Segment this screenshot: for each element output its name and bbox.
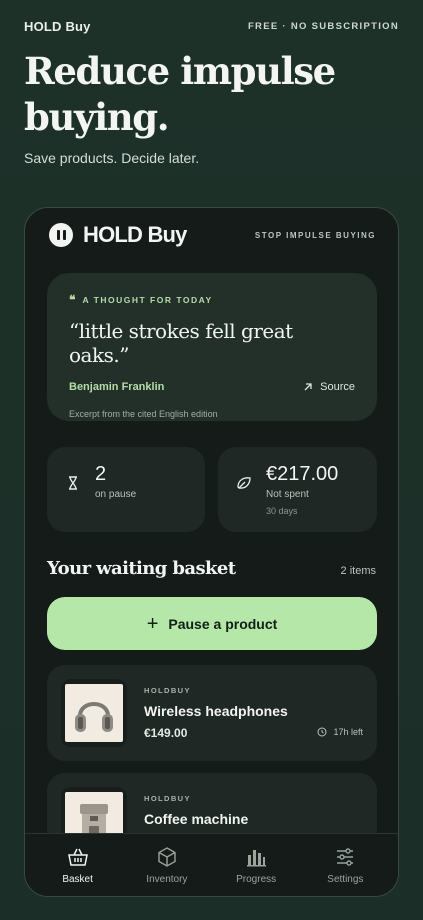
quote-mark-icon: ❝: [69, 293, 76, 307]
tab-label: Basket: [62, 873, 93, 885]
item-timer: 17h left: [317, 727, 363, 737]
arrow-up-right-icon: [304, 383, 312, 391]
paused-label: on pause: [95, 489, 137, 500]
pause-product-label: Pause a product: [168, 615, 278, 632]
paused-count: 2: [95, 463, 107, 485]
quote-source-link[interactable]: Source: [302, 381, 355, 393]
quote-kicker: ❝ A THOUGHT FOR TODAY: [69, 293, 355, 307]
cube-icon: [158, 846, 176, 867]
quote-source-label: Source: [320, 381, 355, 393]
quote-card: ❝ A THOUGHT FOR TODAY “little strokes fe…: [47, 273, 377, 421]
hero-title: Reduce impulse buying.: [24, 49, 336, 139]
basket-title: Your waiting basket: [47, 558, 236, 579]
pause-product-button[interactable]: + Pause a product: [47, 597, 377, 650]
tab-progress[interactable]: Progress: [216, 846, 296, 885]
item-name: Wireless headphones: [144, 703, 288, 719]
tab-label: Inventory: [146, 873, 188, 885]
app-name: HOLD Buy: [83, 222, 187, 247]
basket-item[interactable]: HOLDBUY Wireless headphones €149.00 17h …: [47, 665, 377, 761]
app-header: HOLD Buy STOP IMPULSE BUYING: [49, 220, 376, 250]
tab-label: Settings: [327, 873, 364, 885]
basket-header: Your waiting basket 2 items: [47, 558, 376, 579]
quote-text: “little strokes fell great oaks.”: [69, 319, 293, 367]
headphones-image: [61, 679, 127, 747]
site-tagline: FREE · NO SUBSCRIPTION: [247, 21, 399, 32]
hero-subtitle: Save products. Decide later.: [24, 150, 200, 166]
saved-label: Not spent: [266, 489, 309, 500]
item-price: €149.00: [144, 726, 188, 740]
paused-stat-card: 2 on pause: [47, 447, 205, 532]
top-bar: HOLD Buy FREE · NO SUBSCRIPTION: [24, 19, 399, 34]
plus-icon: +: [146, 612, 159, 635]
sliders-icon: [337, 847, 354, 866]
item-store: HOLDBUY: [144, 794, 191, 803]
item-store: HOLDBUY: [144, 686, 191, 695]
quote-author: Benjamin Franklin: [69, 381, 165, 393]
basket-count: 2 items: [340, 565, 376, 577]
saved-stat-card: €217.00 Not spent 30 days: [218, 447, 377, 532]
saved-amount: €217.00: [266, 463, 339, 485]
tab-settings[interactable]: Settings: [305, 846, 385, 885]
site-brand[interactable]: HOLD Buy: [24, 19, 91, 34]
tab-label: Progress: [236, 873, 277, 885]
app-logo: HOLD Buy: [49, 222, 187, 248]
bar-chart-icon: [247, 849, 267, 866]
hourglass-icon: [69, 476, 77, 490]
item-name: Coffee machine: [144, 811, 249, 827]
quote-kicker-label: A THOUGHT FOR TODAY: [82, 295, 213, 305]
tab-bar: Basket Inventory Progress Settings: [25, 833, 398, 896]
app-preview: HOLD Buy STOP IMPULSE BUYING ❝ A THOUGHT…: [24, 207, 399, 897]
clock-icon: [317, 727, 327, 737]
saved-period: 30 days: [266, 506, 298, 516]
tab-inventory[interactable]: Inventory: [127, 846, 207, 885]
quote-note: Excerpt from the cited English edition: [69, 409, 218, 419]
basket-icon: [67, 848, 88, 866]
pause-logo-icon: [49, 223, 73, 247]
app-tagline: STOP IMPULSE BUYING: [254, 230, 376, 240]
item-time-left: 17h left: [333, 727, 363, 737]
tab-basket[interactable]: Basket: [38, 846, 118, 885]
leaf-icon: [237, 477, 251, 489]
